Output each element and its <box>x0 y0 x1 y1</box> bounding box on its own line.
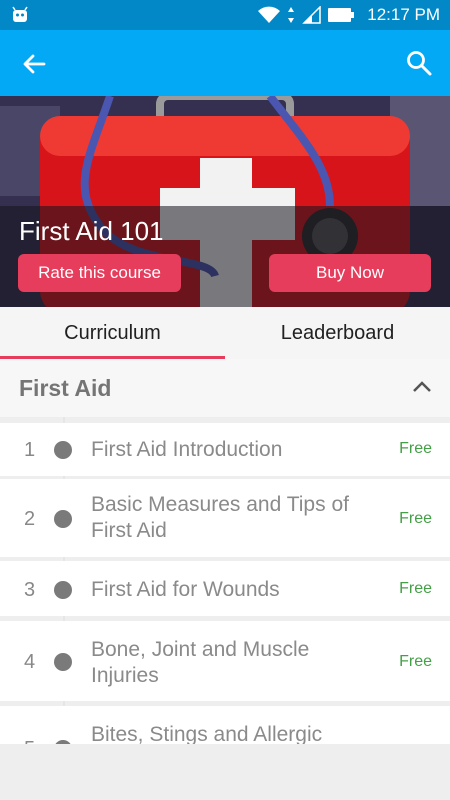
lesson-dot-icon <box>54 653 72 671</box>
lesson-title: First Aid for Wounds <box>91 578 280 601</box>
buy-now-button[interactable]: Buy Now <box>269 254 431 292</box>
free-badge: Free <box>399 580 432 597</box>
data-arrows-icon <box>288 7 295 23</box>
back-arrow-icon[interactable] <box>18 48 50 80</box>
chevron-up-icon[interactable] <box>412 379 432 393</box>
wifi-icon <box>258 6 281 23</box>
bottom-area <box>0 744 450 800</box>
lesson-number: 2 <box>24 508 36 530</box>
lesson-number: 1 <box>24 439 36 461</box>
clock: 12:17 PM <box>367 5 440 24</box>
lesson-row[interactable]: 5 Bites, Stings and Allergic <box>0 706 450 744</box>
lesson-row[interactable]: 1 First Aid Introduction Free <box>0 423 450 476</box>
lesson-dot-icon <box>54 581 72 599</box>
free-badge: Free <box>399 510 432 527</box>
lesson-row[interactable]: 4 Bone, Joint and Muscle Injuries Free <box>0 621 450 701</box>
tab-leaderboard[interactable]: Leaderboard <box>225 307 450 359</box>
section-title: First Aid <box>19 375 112 401</box>
app-bar <box>0 30 450 96</box>
android-icon <box>12 6 28 22</box>
lesson-title: First Aid Introduction <box>91 438 283 461</box>
tab-curriculum[interactable]: Curriculum <box>0 307 225 359</box>
signal-icon <box>302 6 321 24</box>
free-badge: Free <box>399 440 432 457</box>
lesson-dot-icon <box>54 441 72 459</box>
lesson-number: 4 <box>24 651 36 673</box>
battery-icon <box>328 8 355 22</box>
free-badge: Free <box>399 653 432 670</box>
curriculum-list: First Aid 1 First Aid Introduction Free … <box>0 359 450 744</box>
lesson-title: Bone, Joint and Muscle Injuries <box>91 638 310 687</box>
search-icon[interactable] <box>404 48 434 78</box>
tab-bar: Curriculum Leaderboard <box>0 307 450 359</box>
lesson-dot-icon <box>54 510 72 528</box>
rate-course-button[interactable]: Rate this course <box>18 254 181 292</box>
course-title: First Aid 101 <box>19 216 164 246</box>
lesson-title: Bites, Stings and Allergic <box>91 723 323 744</box>
section-header[interactable]: First Aid <box>0 359 450 417</box>
lesson-title: Basic Measures and Tips of First Aid <box>91 493 349 542</box>
lesson-row[interactable]: 2 Basic Measures and Tips of First Aid F… <box>0 479 450 557</box>
status-bar: 12:17 PM <box>0 0 450 30</box>
lesson-number: 3 <box>24 579 36 601</box>
course-banner: First Aid 101 Rate this course Buy Now <box>0 96 450 307</box>
lesson-row[interactable]: 3 First Aid for Wounds Free <box>0 561 450 616</box>
